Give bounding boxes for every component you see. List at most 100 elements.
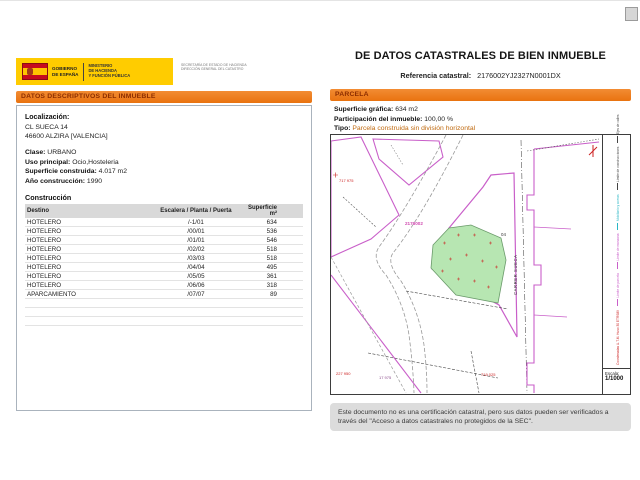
legend-item: Límite de parcela [616,273,620,306]
inmueble-panel: Localización: CL SUECA 14 46600 ALZIRA [… [16,105,312,411]
col-escalera-planta-puerta: Escalera / Planta / Puerta [150,204,242,218]
legend-label: Coordenadas U.T.M. Huso 30 ETRS89 [616,310,620,365]
construction-empty-row [25,317,303,326]
attribute-label: Año construcción: [25,178,85,185]
localizacion-label: Localización: [25,113,303,123]
document-title: DE DATOS CATASTRALES DE BIEN INMUEBLE [330,50,631,62]
inmueble-attribute: Año construcción: 1990 [25,177,303,187]
field-value: 634 m2 [393,106,418,113]
col-destino: Destino [25,204,150,218]
legend-item: Límite de manzana [616,234,620,270]
field-label: Participación del inmueble: [334,116,422,123]
section-header-parcela: PARCELA [330,89,631,101]
address-line-2: 46600 ALZIRA [VALENCIA] [25,132,303,141]
street-name-label: CARRER SUECA [513,255,518,295]
construction-cell: 361 [242,272,303,281]
referencia-value: 2176002YJ2327N0001DX [477,71,561,80]
col-superficie: Superficie m² [242,204,303,218]
construction-row: HOTELERO/-1/01634 [25,218,303,227]
legend-item: Mobiliario y aceras [616,194,620,229]
document-page: GOBIERNO DE ESPAÑA MINISTERIO DE HACIEND… [0,0,640,480]
attribute-value: URBANO [45,149,76,156]
construction-cell [242,308,303,317]
legend-item: Límite de construcciones [616,147,620,191]
construction-cell: 518 [242,254,303,263]
field-label: Tipo: [334,125,351,132]
subject-parcel[interactable] [431,225,506,303]
parcela-field: Superficie gráfica: 634 m2 [334,105,631,115]
construction-cell: HOTELERO [25,227,150,236]
construction-cell: 634 [242,218,303,227]
attribute-label: Uso principal: [25,159,70,166]
legend-label: Mobiliario y aceras [616,194,620,221]
map-building-right [527,149,541,393]
construction-cell: /03/03 [150,254,242,263]
map-coordinate-label: 227 950 [336,371,351,376]
scale-value: 1/1000 [605,376,630,382]
legend-item: Ejes de calles [616,115,620,143]
building-number-label: 04 [501,232,506,237]
construction-cell [242,299,303,308]
construction-row: HOTELERO/04/04495 [25,263,303,272]
field-value: Parcela construida sin división horizont… [351,125,476,132]
construction-cell: /00/01 [150,227,242,236]
legend-label: Límite de manzana [616,234,620,261]
legend-label: Límite de construcciones [616,147,620,182]
inmueble-attribute: Superficie construida: 4.017 m2 [25,167,303,177]
construction-cell: /-1/01 [150,218,242,227]
construction-row: APARCAMIENTO/07/0789 [25,290,303,299]
logo-ministerio-text: MINISTERIO DE HACIENDA Y FUNCIÓN PÚBLICA [88,64,130,78]
construction-cell: /04/04 [150,263,242,272]
construction-cell: /07/07 [150,290,242,299]
construction-cell: HOTELERO [25,218,150,227]
legend-label: Ejes de calles [616,115,620,135]
construction-cell [242,317,303,326]
construction-empty-row [25,308,303,317]
inmueble-attribute: Clase: URBANO [25,148,303,158]
spain-flag-icon [22,63,48,80]
map-block-topmiddle [373,139,443,185]
construction-row: HOTELERO/00/01536 [25,227,303,236]
construction-cell [150,299,242,308]
construction-row: HOTELERO/01/01546 [25,236,303,245]
construction-cell: HOTELERO [25,254,150,263]
construction-cell: /01/01 [150,236,242,245]
gobierno-espana-logo: GOBIERNO DE ESPAÑA MINISTERIO DE HACIEND… [16,58,173,85]
legend-line-sample [617,136,618,143]
legend-line-sample [617,299,618,306]
construction-cell: HOTELERO [25,272,150,281]
construction-cell: 89 [242,290,303,299]
construction-cell: 518 [242,245,303,254]
map-red-cross-mark [589,145,597,157]
map-canvas: 717 975 2176002 04 [331,135,602,394]
map-coordinate-label: 719 025 [481,372,496,377]
construction-cell: 536 [242,227,303,236]
legend-line-sample [617,223,618,230]
map-coordinate-label: 17 975 [379,375,392,380]
construction-cell: /06/06 [150,281,242,290]
construction-cell: /02/02 [150,245,242,254]
scrollbar-thumb[interactable] [625,7,638,21]
cadastral-map[interactable]: 717 975 2176002 04 [330,134,631,395]
construction-cell: HOTELERO [25,281,150,290]
construction-cell: HOTELERO [25,263,150,272]
construction-cell [25,299,150,308]
construction-table: Destino Escalera / Planta / Puerta Super… [25,204,303,326]
catastro-department-text: SECRETARÍA DE ESTADO DE HACIENDA DIRECCI… [181,63,251,72]
parcela-field: Participación del inmueble: 100,00 % [334,115,631,125]
map-coordinate-label: 717 975 [339,178,354,183]
construction-cell: /05/05 [150,272,242,281]
address-line-1: CL SUECA 14 [25,123,303,132]
construction-cell [150,308,242,317]
coat-of-arms-icon [27,68,33,75]
referencia-label: Referencia catastral: [400,71,471,80]
construction-empty-row [25,299,303,308]
field-value: 100,00 % [422,116,453,123]
construccion-title: Construcción [25,193,303,202]
construction-cell: 495 [242,263,303,272]
inmueble-attribute: Uso principal: Ocio,Hosteleria [25,158,303,168]
attribute-label: Clase: [25,149,45,156]
construction-cell [150,317,242,326]
construction-cell: HOTELERO [25,245,150,254]
field-label: Superficie gráfica: [334,106,393,113]
